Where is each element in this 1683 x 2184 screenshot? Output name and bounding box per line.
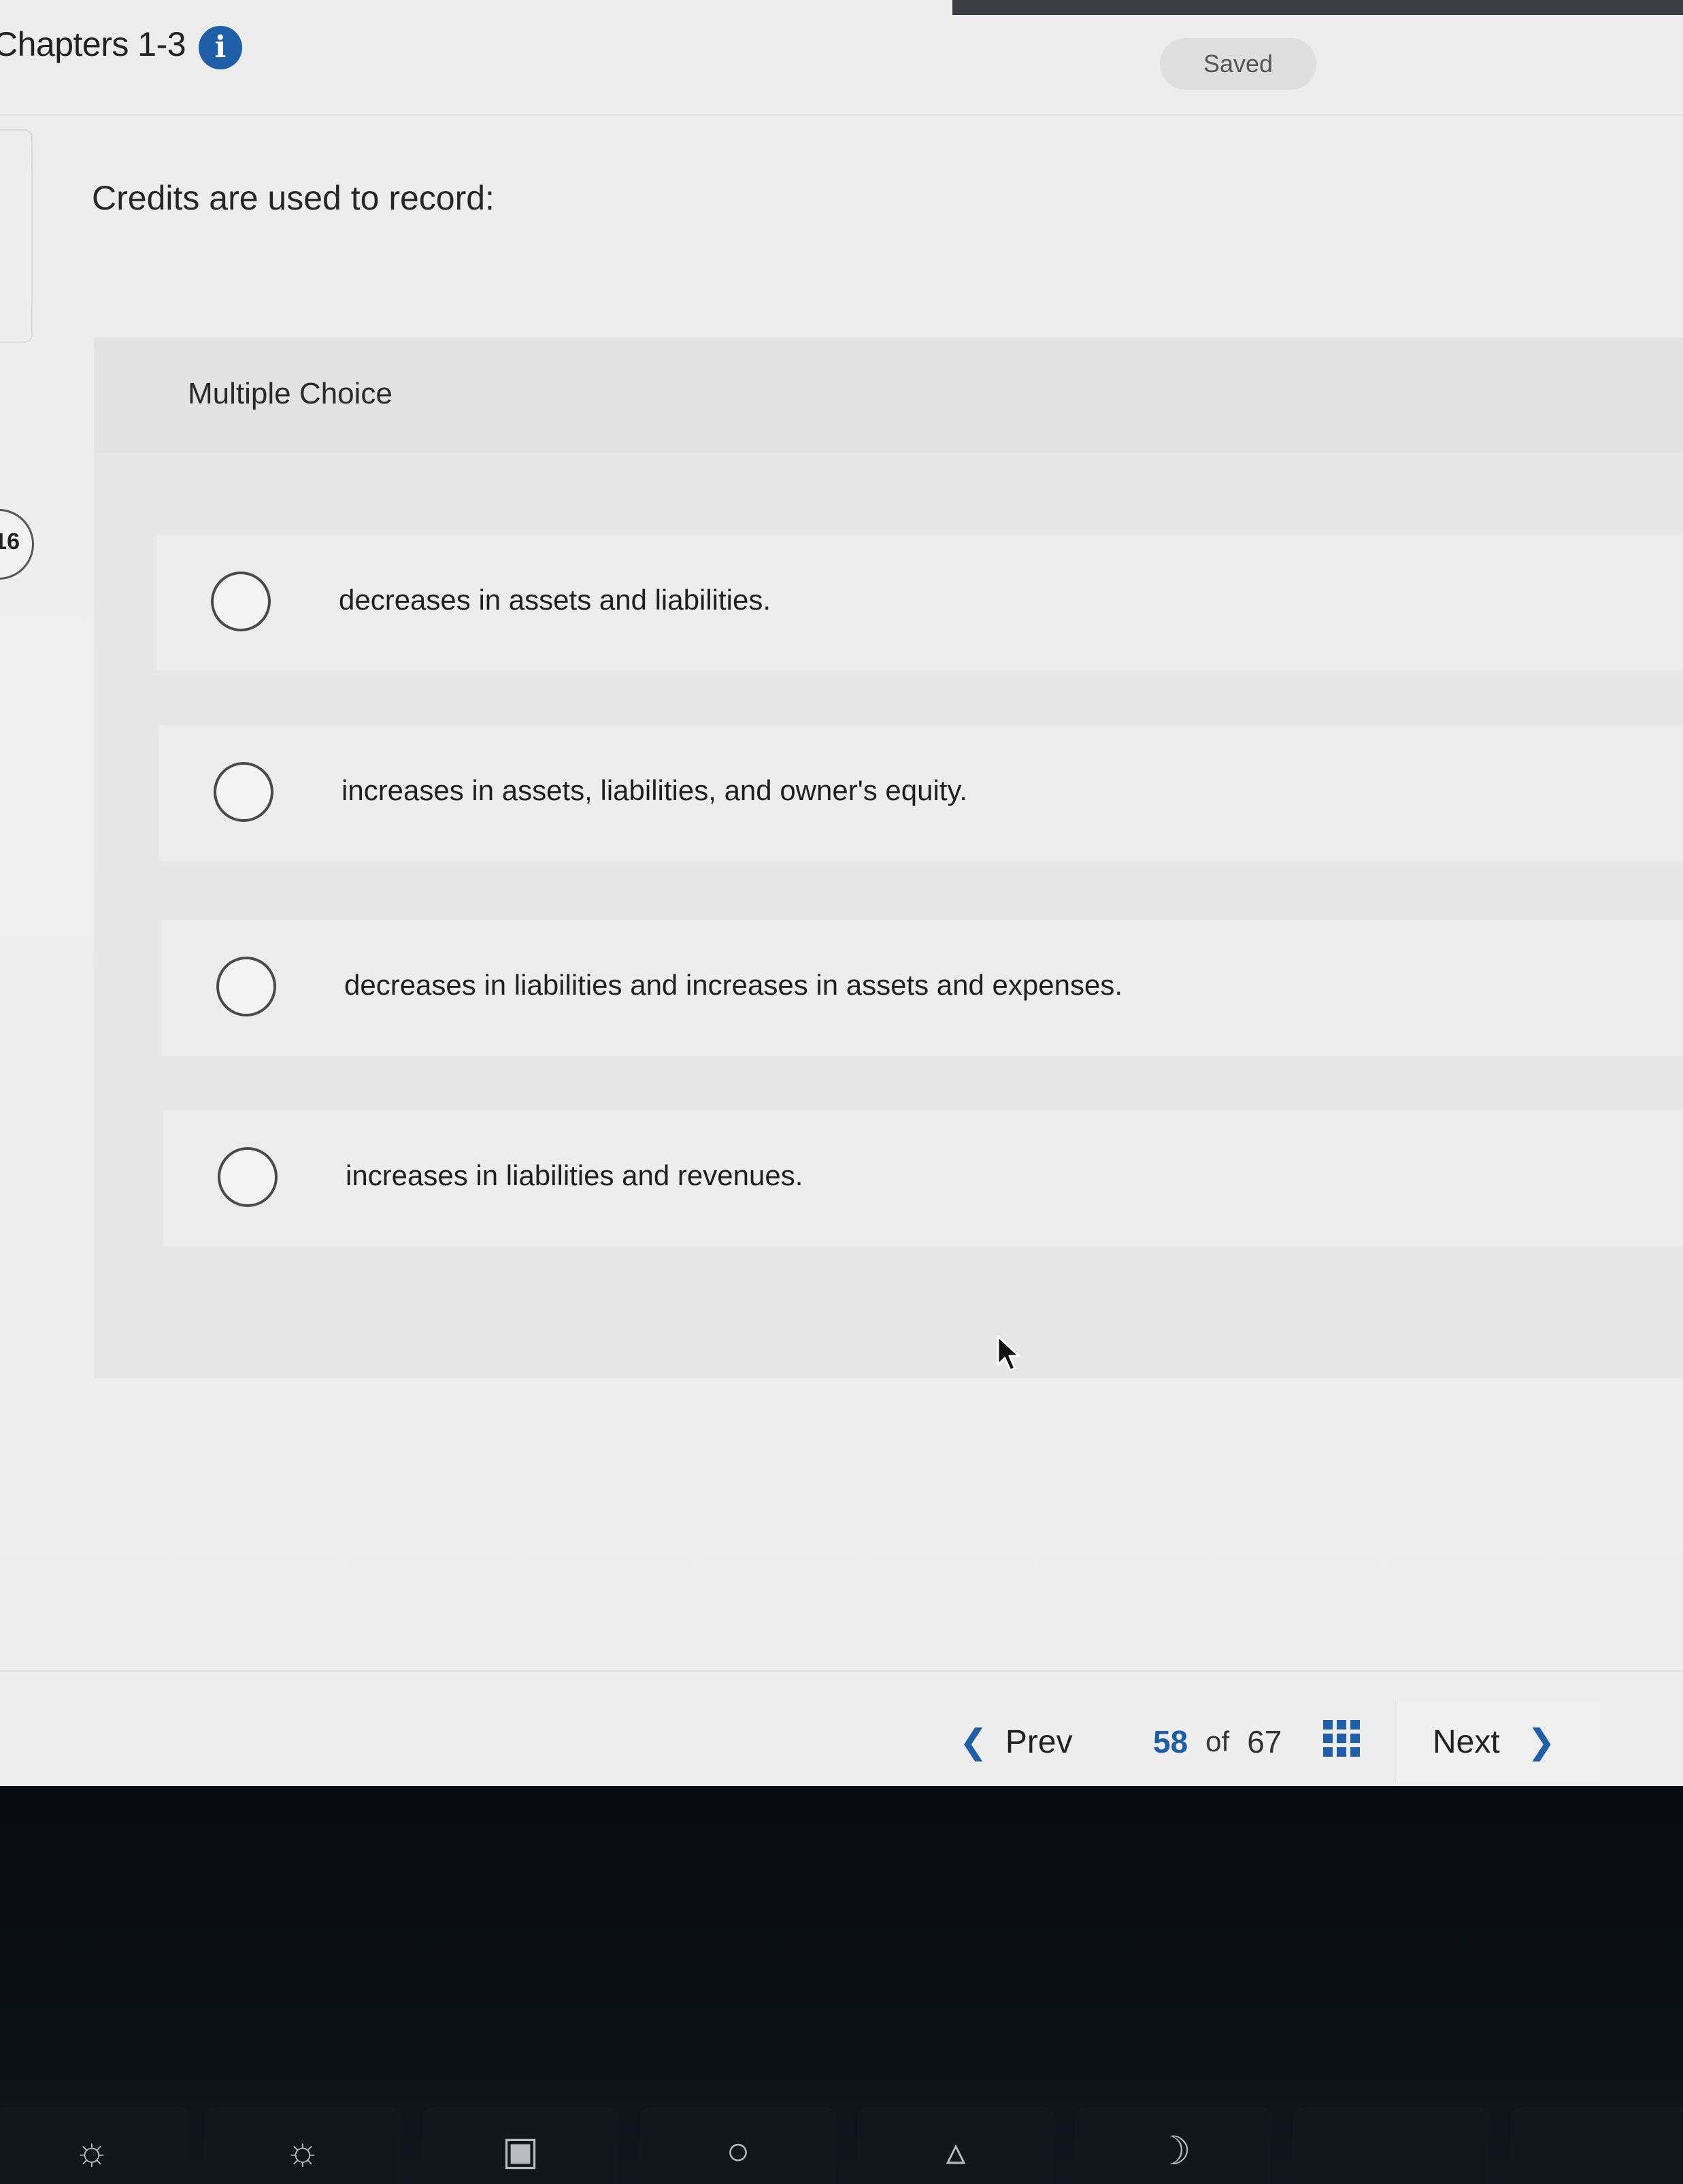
mission-control-icon: ▣ bbox=[422, 2107, 619, 2184]
moon-icon: ☽ bbox=[1075, 2107, 1272, 2184]
radio-button[interactable] bbox=[211, 572, 271, 631]
browser-viewport: Chapters 1-3 i Saved 16 Credits are used… bbox=[0, 0, 1683, 1786]
question-number: 16 bbox=[0, 529, 20, 555]
brightness-down-icon: ☼ bbox=[0, 2107, 190, 2184]
radio-button[interactable] bbox=[218, 1147, 278, 1207]
question-navigation: ❮ Prev 58 of 67 Next ❯ bbox=[946, 1701, 1600, 1783]
question-number-badge[interactable]: 16 bbox=[0, 509, 34, 580]
page-of-label: of bbox=[1205, 1725, 1230, 1757]
answer-option-2[interactable]: increases in assets, liabilities, and ow… bbox=[159, 725, 1683, 861]
question-type-label: Multiple Choice bbox=[188, 377, 393, 410]
answer-option-1[interactable]: decreases in assets and liabilities. bbox=[156, 535, 1683, 671]
chevron-right-icon: ❯ bbox=[1527, 1723, 1556, 1761]
multiple-choice-panel: Multiple Choice decreases in assets and … bbox=[94, 337, 1683, 1378]
footer-divider bbox=[0, 1670, 1683, 1672]
chevron-left-icon: ❮ bbox=[959, 1723, 988, 1761]
rewind-key bbox=[1293, 2107, 1490, 2184]
answer-option-3[interactable]: decreases in liabilities and increases i… bbox=[162, 920, 1683, 1056]
saved-status-badge: Saved bbox=[1160, 38, 1316, 90]
brightness-up-icon: ☼ bbox=[204, 2107, 401, 2184]
search-icon: ○ bbox=[639, 2107, 837, 2184]
radio-button[interactable] bbox=[214, 762, 273, 822]
answer-option-label: decreases in liabilities and increases i… bbox=[344, 969, 1122, 1001]
laptop-keyboard: ☼ ☼ ▣ ○ ▵ ☽ bbox=[0, 1786, 1683, 2184]
next-label: Next bbox=[1433, 1723, 1500, 1760]
assignment-header: Chapters 1-3 i Saved bbox=[0, 0, 1683, 112]
answer-option-label: decreases in assets and liabilities. bbox=[339, 584, 771, 616]
mouse-cursor-icon bbox=[997, 1335, 1020, 1372]
question-prompt: Credits are used to record: bbox=[92, 179, 495, 217]
radio-button[interactable] bbox=[216, 957, 276, 1016]
answer-option-label: increases in assets, liabilities, and ow… bbox=[341, 774, 968, 806]
info-icon[interactable]: i bbox=[199, 26, 242, 69]
prev-label: Prev bbox=[1005, 1723, 1073, 1760]
total-pages: 67 bbox=[1247, 1724, 1282, 1759]
page-indicator: 58 of 67 bbox=[1153, 1701, 1282, 1783]
prev-button[interactable]: ❮ Prev bbox=[946, 1701, 1116, 1783]
next-button[interactable]: Next ❯ bbox=[1395, 1701, 1600, 1783]
answer-option-label: increases in liabilities and revenues. bbox=[346, 1159, 803, 1191]
question-map-panel-edge bbox=[0, 129, 33, 343]
header-divider bbox=[0, 114, 1683, 116]
question-grid-icon[interactable] bbox=[1323, 1720, 1361, 1758]
play-pause-key bbox=[1510, 2107, 1683, 2184]
answer-option-4[interactable]: increases in liabilities and revenues. bbox=[163, 1110, 1683, 1246]
assignment-title: Chapters 1-3 bbox=[0, 25, 186, 63]
multiple-choice-header: Multiple Choice bbox=[94, 337, 1683, 453]
microphone-icon: ▵ bbox=[857, 2107, 1054, 2184]
current-page-number: 58 bbox=[1153, 1724, 1188, 1759]
